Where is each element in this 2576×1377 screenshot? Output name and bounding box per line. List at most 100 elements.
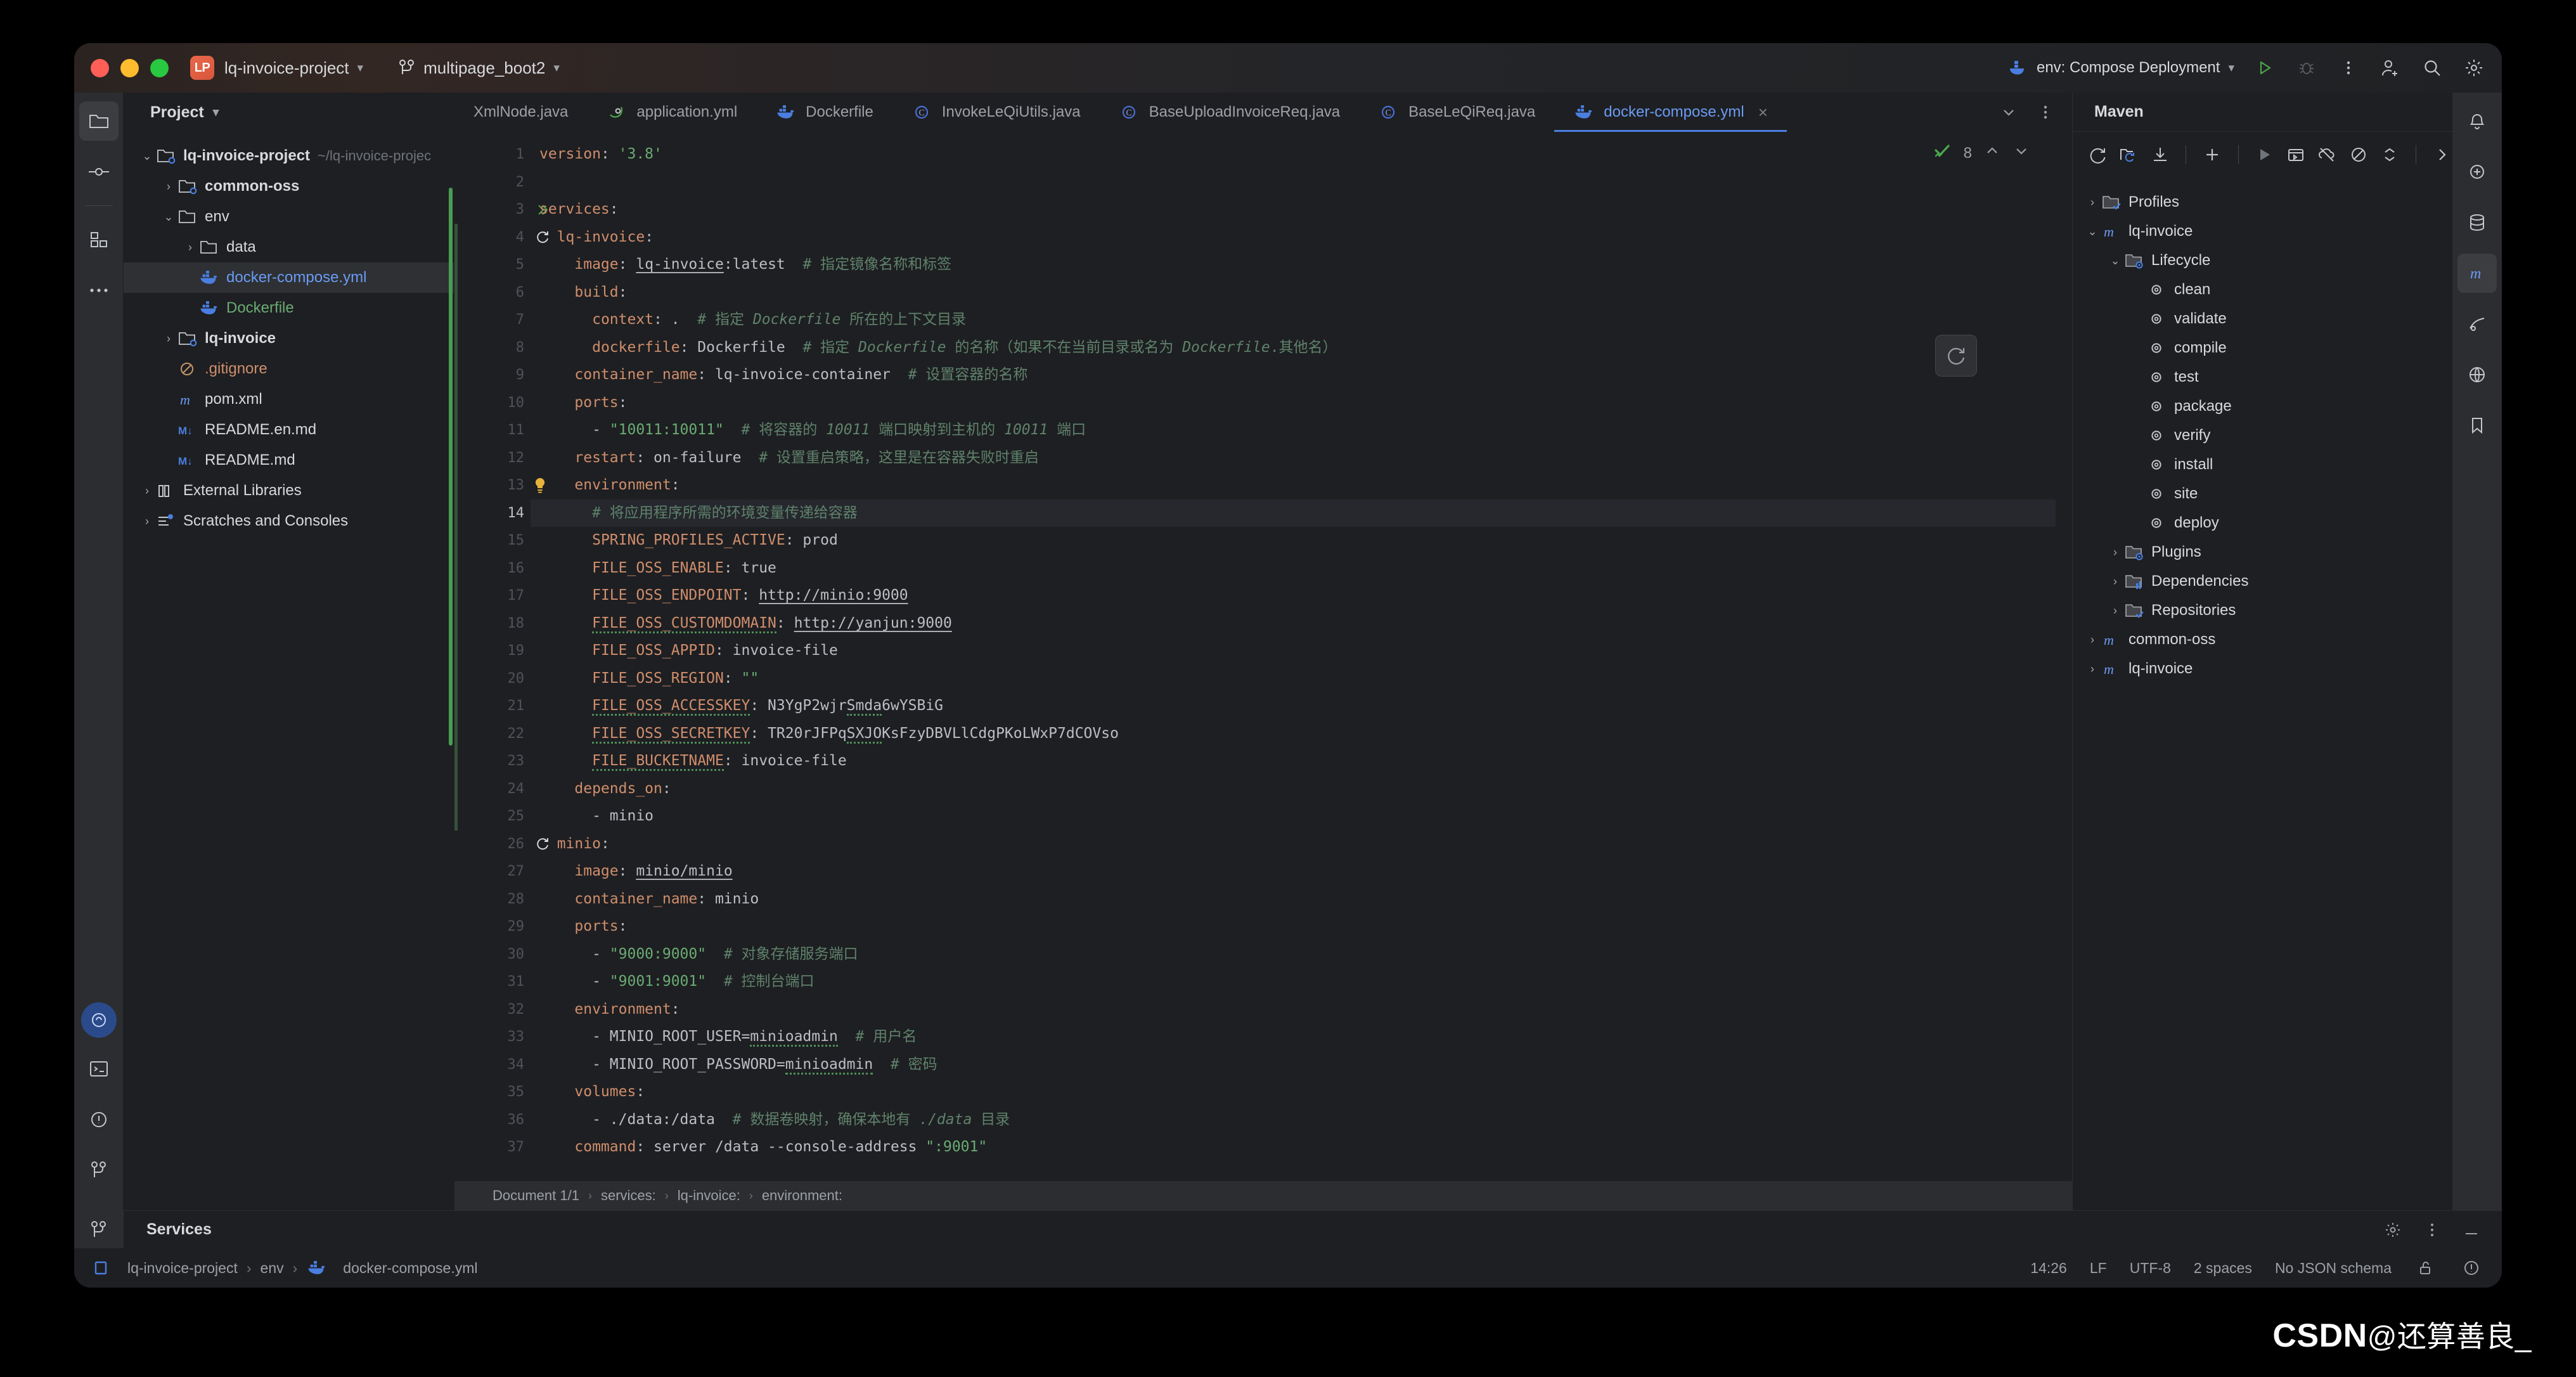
editor-options-icon[interactable]	[2034, 101, 2057, 124]
gutter-line-number[interactable]: 28	[454, 886, 531, 914]
code-line[interactable]: ports:	[531, 389, 2056, 417]
code-line[interactable]: build:	[531, 279, 2056, 307]
maven-tree-item[interactable]: ›compile	[2073, 333, 2452, 363]
gutter-line-number[interactable]: 14	[454, 500, 531, 527]
code-line[interactable]: - ./data:/data # 数据卷映射，确保本地有 ./data 目录	[531, 1106, 2056, 1134]
code-line[interactable]: context: . # 指定 Dockerfile 所在的上下文目录	[531, 306, 2056, 334]
gutter-line-number[interactable]: 31	[454, 968, 531, 996]
project-tree-item[interactable]: ›docker-compose.yml	[124, 262, 454, 293]
project-tree-item[interactable]: › lq-invoice	[124, 323, 454, 354]
gutter-line-number[interactable]: 23	[454, 747, 531, 775]
ai-chat-icon[interactable]	[2457, 152, 2497, 191]
execute-goal-icon[interactable]	[2285, 143, 2306, 166]
indent-setting[interactable]: 2 spaces	[2194, 1260, 2252, 1277]
editor-tab[interactable]: C BaseLeQiReq.java	[1359, 93, 1554, 132]
next-problem-icon[interactable]	[2012, 142, 2030, 164]
database-icon[interactable]	[2457, 203, 2497, 242]
code-line[interactable]: volumes:	[531, 1078, 2056, 1106]
maven-tree[interactable]: ›Profiles⌄mlq-invoice⌄Lifecycle›clean›va…	[2073, 178, 2452, 683]
gutter-line-number[interactable]: 29	[454, 913, 531, 941]
gutter-line-number[interactable]: 12	[454, 444, 531, 472]
version-control-icon[interactable]	[79, 1151, 119, 1190]
code-line[interactable]: depends_on:	[531, 775, 2056, 803]
tree-expand-arrow[interactable]: ⌄	[160, 210, 177, 224]
gutter-line-number[interactable]: 5	[454, 251, 531, 279]
status-path[interactable]: lq-invoice-project › env › docker-compose.ym…	[74, 1258, 477, 1277]
minimize-window-button[interactable]	[120, 58, 139, 77]
inspection-status-icon[interactable]	[2460, 1257, 2483, 1279]
maven-tree-item[interactable]: ›deploy	[2073, 508, 2452, 538]
reload-icon[interactable]	[2087, 143, 2108, 166]
code-line[interactable]: command: server /data --console-address …	[531, 1134, 2056, 1161]
editor-tab[interactable]: application.yml	[587, 93, 756, 132]
code-line[interactable]: image: lq-invoice:latest # 指定镜像名称和标签	[531, 251, 2056, 279]
sidebar-item-structure[interactable]	[79, 220, 119, 259]
more-icon[interactable]	[2421, 1219, 2444, 1241]
maven-tree-item[interactable]: › Dependencies	[2073, 567, 2452, 596]
caret-position[interactable]: 14:26	[2030, 1260, 2067, 1277]
project-tree-item[interactable]: › data	[124, 232, 454, 262]
code-line[interactable]: - "9001:9001" # 控制台端口	[531, 968, 2056, 996]
gutter-line-number[interactable]: 1	[454, 141, 531, 169]
editor-marker-rail[interactable]	[2056, 132, 2072, 1181]
close-window-button[interactable]	[91, 58, 109, 77]
maven-panel-icon[interactable]: m	[2457, 254, 2497, 293]
endpoints-icon[interactable]	[2457, 355, 2497, 394]
project-tree-item[interactable]: ›.gitignore	[124, 354, 454, 384]
run-configuration-selector[interactable]: env: Compose Deployment ▾	[2006, 56, 2234, 79]
sidebar-item-commit[interactable]	[79, 152, 119, 191]
code-line[interactable]: - MINIO_ROOT_USER=minioadmin # 用户名	[531, 1023, 2056, 1051]
editor-tab[interactable]: C BaseUploadInvoiceReq.java	[1100, 93, 1360, 132]
gutter-line-number[interactable]: 17	[454, 582, 531, 610]
run-button[interactable]	[2253, 56, 2276, 79]
status-path-item[interactable]: env	[261, 1260, 284, 1277]
collapse-all-icon[interactable]	[2379, 143, 2400, 166]
problems-icon[interactable]	[79, 1100, 119, 1139]
code-line[interactable]: - "9000:9000" # 对象存储服务端口	[531, 941, 2056, 969]
gutter-line-number[interactable]: 16	[454, 555, 531, 583]
gutter-line-number[interactable]: 30	[454, 941, 531, 969]
status-path-item[interactable]: docker-compose.yml	[343, 1260, 477, 1277]
inspection-widget[interactable]: 8	[1932, 141, 2030, 165]
file-encoding[interactable]: UTF-8	[2130, 1260, 2171, 1277]
code-line[interactable]: ports:	[531, 913, 2056, 941]
maven-tree-item[interactable]: › m lq-invoice	[2073, 654, 2452, 683]
gutter-line-number[interactable]: 10	[454, 389, 531, 417]
code-line[interactable]: image: minio/minio	[531, 858, 2056, 886]
code-line[interactable]: FILE_BUCKETNAME: invoice-file	[531, 747, 2056, 775]
code-line[interactable]: environment:	[531, 996, 2056, 1024]
gradle-icon[interactable]	[2457, 304, 2497, 344]
reload-project-icon[interactable]	[2118, 143, 2139, 166]
code-line[interactable]: container_name: lq-invoice-container # 设…	[531, 361, 2056, 389]
tree-expand-arrow[interactable]: ›	[2107, 604, 2123, 617]
tree-expand-arrow[interactable]: ›	[160, 332, 177, 346]
code-line[interactable]: FILE_OSS_ENABLE: true	[531, 555, 2056, 583]
gutter-line-number[interactable]: 32	[454, 996, 531, 1024]
code-line[interactable]	[531, 169, 2056, 197]
notifications-icon[interactable]	[2457, 101, 2497, 141]
maven-tree-item[interactable]: › Plugins	[2073, 538, 2452, 567]
add-account-icon[interactable]	[2379, 56, 2402, 79]
gutter-line-number[interactable]: 6	[454, 279, 531, 307]
gutter-line-number[interactable]: 18	[454, 610, 531, 638]
project-tree-item[interactable]: › common-oss	[124, 171, 454, 202]
gutter-line-number[interactable]: 26	[454, 831, 548, 858]
run-icon[interactable]	[2254, 143, 2275, 166]
gutter-line-number[interactable]: 2	[454, 169, 531, 197]
gutter-line-number[interactable]: 11	[454, 417, 531, 444]
add-icon[interactable]	[2201, 143, 2222, 166]
branch-selector[interactable]: multipage_boot2 ▾	[399, 58, 560, 78]
tree-expand-arrow[interactable]: ⌄	[139, 150, 155, 163]
prev-problem-icon[interactable]	[1983, 142, 2001, 164]
editor-tab-bar[interactable]: XmlNode.java application.yml Dockerfile C In…	[454, 93, 2072, 132]
code-line[interactable]: environment:	[531, 472, 2056, 500]
editor-gutter[interactable]: 1 2 3 4 5 6 7 8 9 10 11 12 13 14 15 16 17 18 19 20 21 22 23 24 2…	[454, 132, 548, 1181]
maven-toolbar[interactable]	[2073, 132, 2452, 178]
maven-tree-item[interactable]: › Repositories	[2073, 596, 2452, 625]
project-tree-item[interactable]: › External Libraries	[124, 475, 454, 506]
code-line[interactable]: FILE_OSS_CUSTOMDOMAIN: http://yanjun:900…	[531, 610, 2056, 638]
project-tree-item[interactable]: ›M↓README.en.md	[124, 415, 454, 445]
bookmarks-icon[interactable]	[2457, 406, 2497, 445]
project-tree-scrollbar[interactable]	[449, 188, 453, 746]
tree-expand-arrow[interactable]: ›	[182, 241, 198, 254]
